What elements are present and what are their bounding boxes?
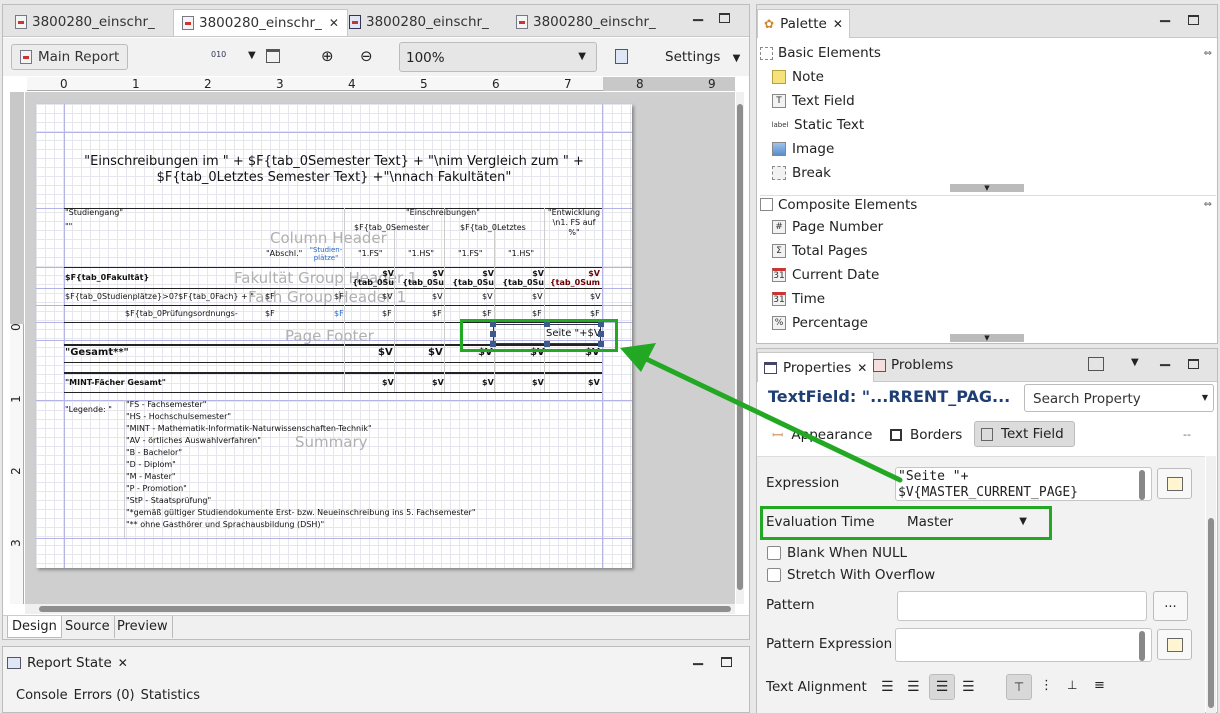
annotation-arrow — [620, 343, 903, 483]
